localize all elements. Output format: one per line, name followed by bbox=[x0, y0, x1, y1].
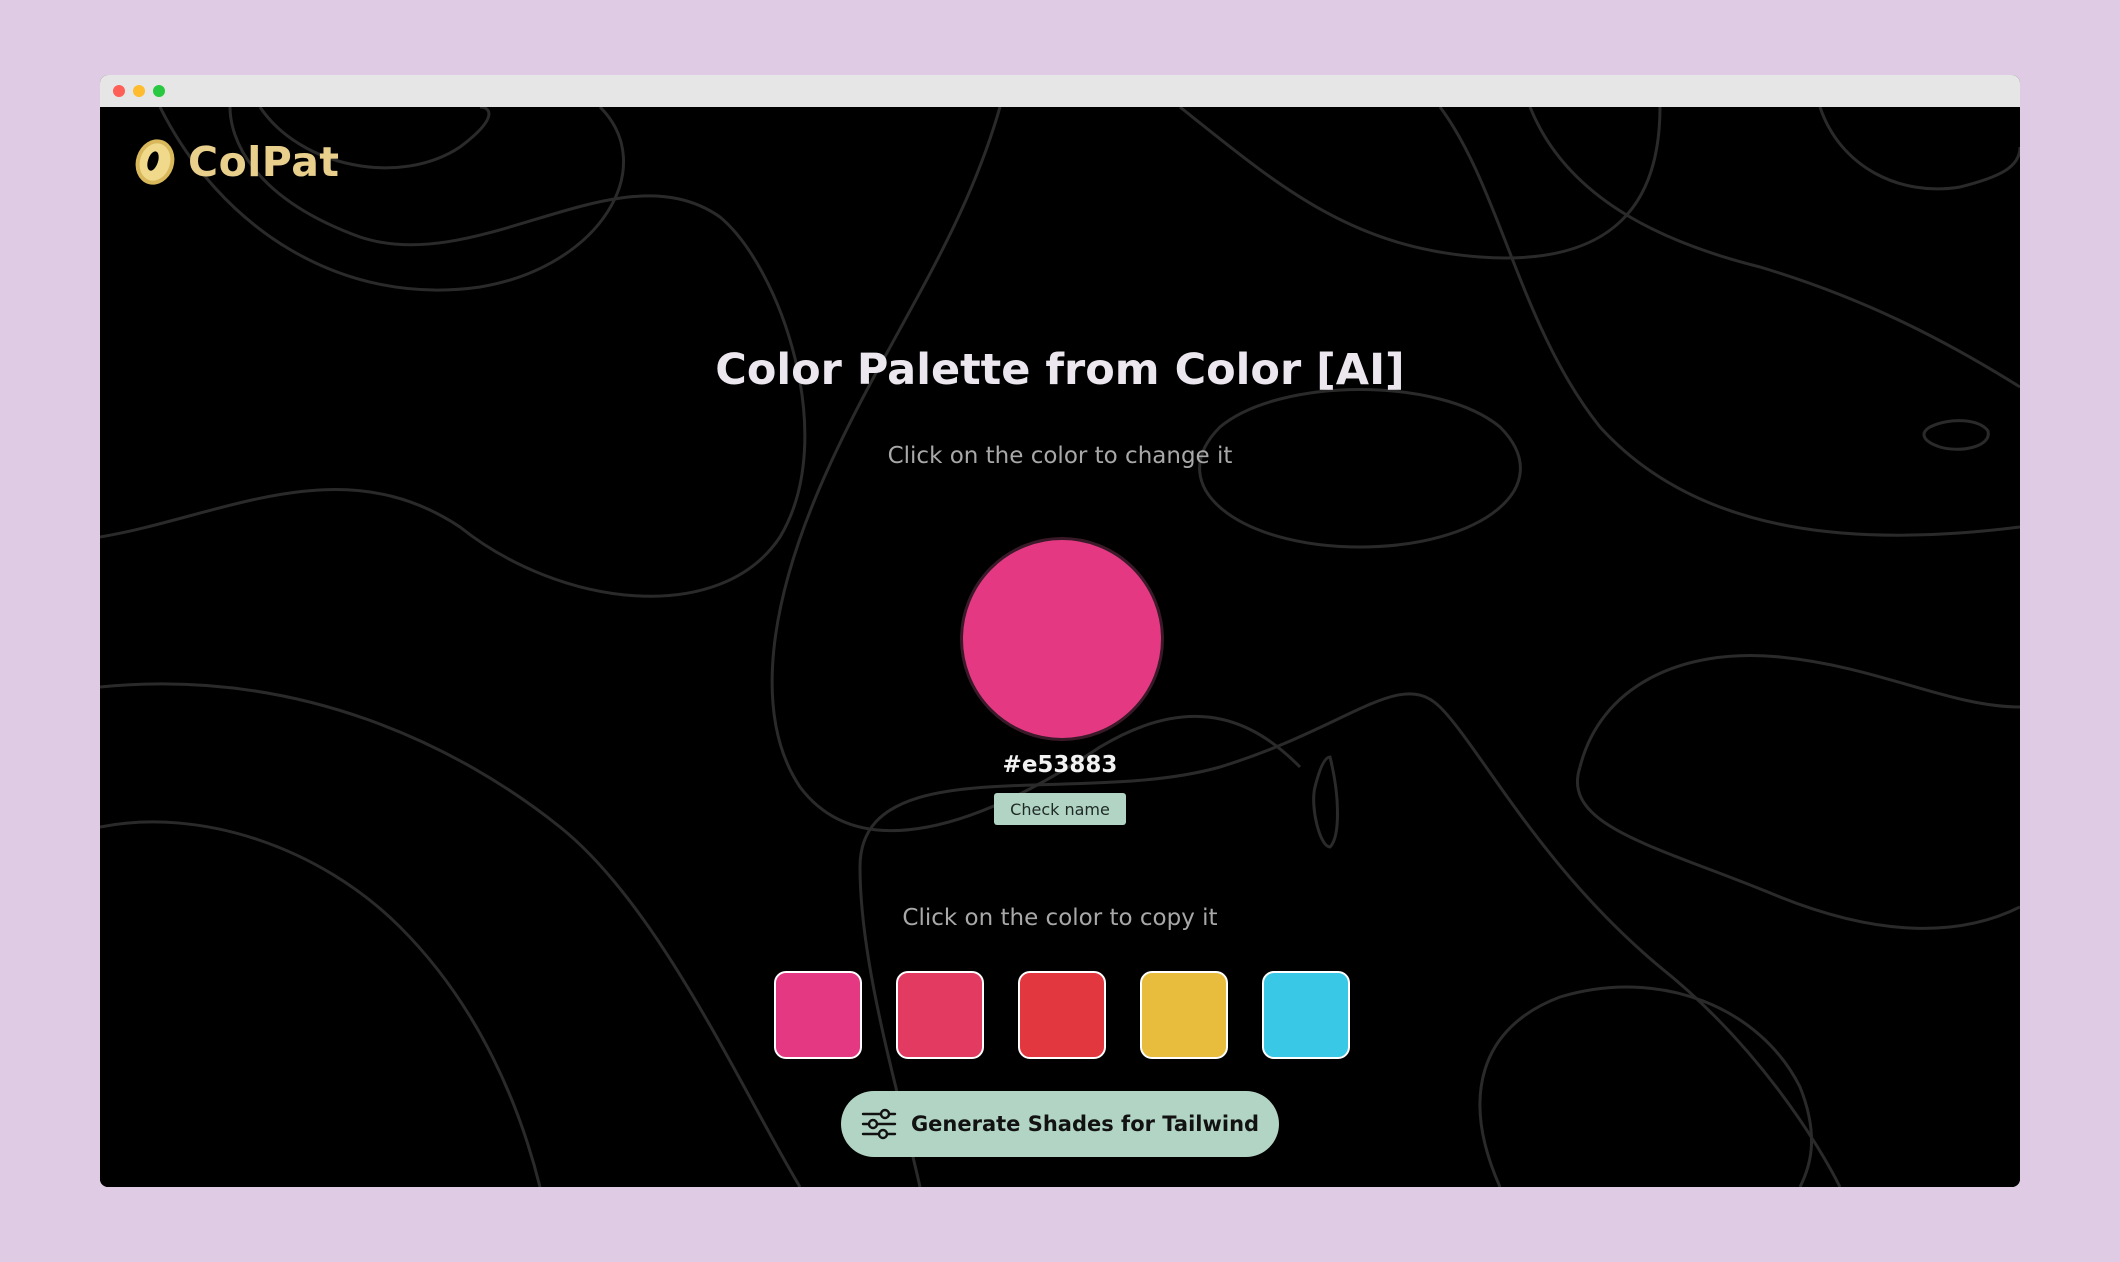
palette-swatch[interactable] bbox=[896, 971, 984, 1059]
palette-swatch[interactable] bbox=[1140, 971, 1228, 1059]
selected-color-picker[interactable] bbox=[960, 537, 1164, 741]
app-name: ColPat bbox=[188, 138, 340, 186]
palette-swatch[interactable] bbox=[1262, 971, 1350, 1059]
generate-shades-label: Generate Shades for Tailwind bbox=[910, 1112, 1260, 1136]
app-content: ColPat Color Palette from Color [AI] Cli… bbox=[100, 107, 2020, 1187]
palette-swatch[interactable] bbox=[774, 971, 862, 1059]
palette-swatches bbox=[774, 971, 1350, 1059]
selected-color-hex: #e53883 bbox=[1002, 752, 1118, 778]
donut-logo-icon bbox=[135, 139, 175, 185]
palette-swatch[interactable] bbox=[1018, 971, 1106, 1059]
change-color-hint: Click on the color to change it bbox=[887, 443, 1233, 469]
close-window-button[interactable] bbox=[113, 85, 125, 97]
browser-window: ColPat Color Palette from Color [AI] Cli… bbox=[100, 75, 2020, 1187]
page-title: Color Palette from Color [AI] bbox=[715, 345, 1405, 395]
maximize-window-button[interactable] bbox=[153, 85, 165, 97]
sliders-icon bbox=[861, 1108, 897, 1140]
generate-shades-button[interactable]: Generate Shades for Tailwind bbox=[841, 1091, 1279, 1157]
minimize-window-button[interactable] bbox=[133, 85, 145, 97]
app-logo[interactable]: ColPat bbox=[132, 137, 340, 187]
copy-color-hint: Click on the color to copy it bbox=[902, 905, 1218, 931]
check-name-button[interactable]: Check name bbox=[994, 793, 1126, 825]
window-titlebar bbox=[100, 75, 2020, 107]
